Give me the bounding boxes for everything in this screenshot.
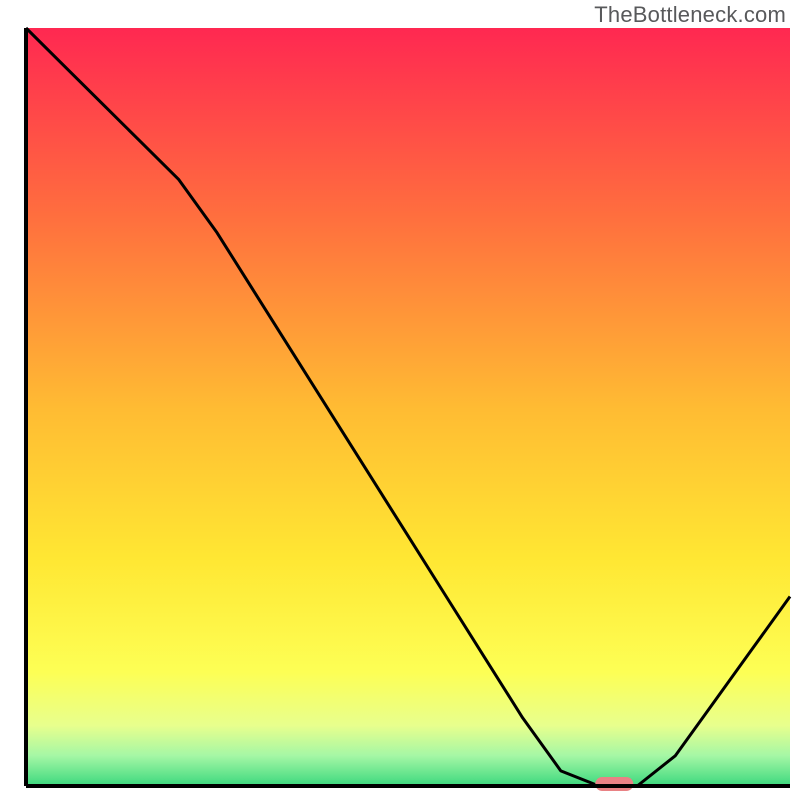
- watermark-text: TheBottleneck.com: [594, 2, 786, 28]
- bottleneck-chart: [0, 0, 800, 800]
- chart-container: TheBottleneck.com: [0, 0, 800, 800]
